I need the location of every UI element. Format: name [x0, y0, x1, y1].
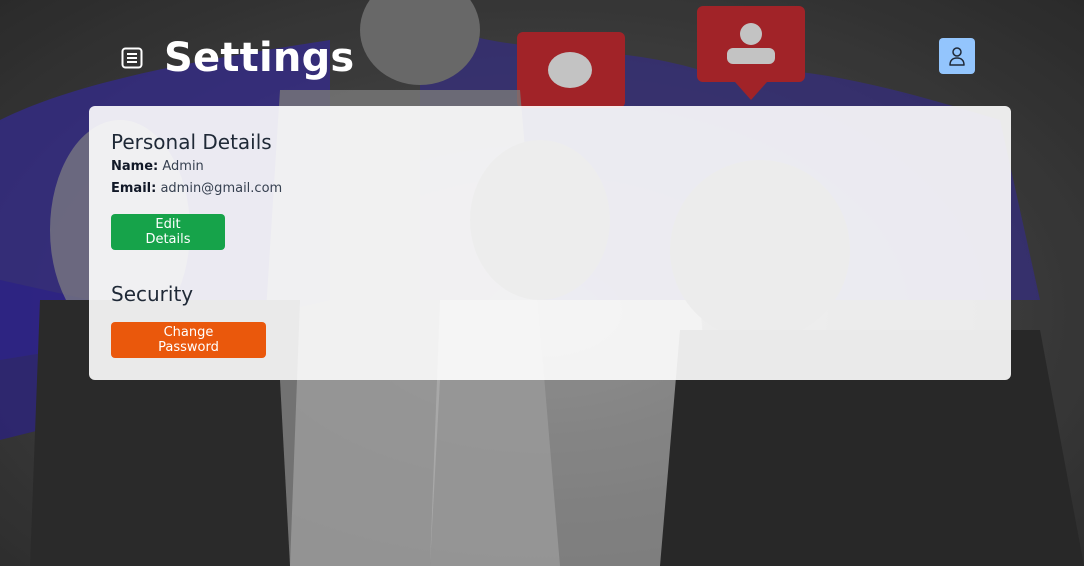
name-row: Name: Admin: [111, 156, 989, 178]
personal-details-title: Personal Details: [111, 130, 272, 154]
user-icon: [949, 47, 965, 66]
page-header: Settings: [118, 32, 354, 84]
security-title: Security: [111, 282, 194, 306]
security-section: Security Change Password: [111, 280, 989, 358]
email-value: admin@gmail.com: [160, 181, 283, 196]
profile-button[interactable]: [939, 38, 975, 74]
name-label: Name:: [111, 159, 159, 174]
name-value: Admin: [162, 159, 204, 174]
email-label: Email:: [111, 181, 157, 196]
document-list-icon[interactable]: [118, 44, 146, 72]
settings-card: Personal Details Name: Admin Email: admi…: [89, 106, 1011, 380]
change-password-button[interactable]: Change Password: [111, 322, 266, 358]
document-list-icon-graphic: [121, 47, 143, 69]
page-title: Settings: [164, 35, 355, 81]
email-row: Email: admin@gmail.com: [111, 178, 989, 200]
edit-details-button[interactable]: Edit Details: [111, 214, 225, 250]
personal-details-section: Personal Details Name: Admin Email: admi…: [111, 128, 989, 250]
